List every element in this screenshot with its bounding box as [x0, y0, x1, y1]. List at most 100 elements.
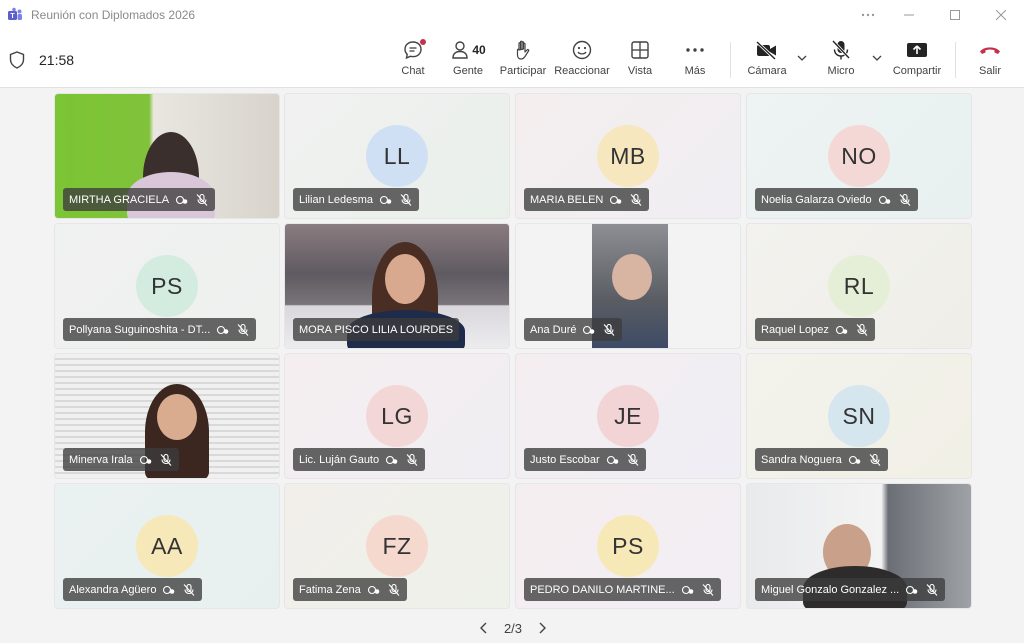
participant-tile[interactable]: PS PEDRO DANILO MARTINE... — [515, 483, 741, 609]
participant-name: Sandra Noguera — [761, 453, 842, 466]
participant-name: Lilian Ledesma — [299, 193, 373, 206]
mic-off-icon — [926, 583, 938, 596]
reaction-icon — [681, 585, 693, 594]
toolbar-divider — [955, 42, 956, 78]
share-button[interactable]: Compartir — [892, 38, 942, 82]
participant-video-feed — [612, 254, 652, 300]
shield-icon — [9, 51, 25, 69]
camera-label: Cámara — [747, 65, 787, 77]
teams-logo-icon: T — [8, 7, 22, 20]
participant-name: Ana Duré — [530, 323, 577, 336]
share-screen-icon — [907, 43, 927, 57]
share-label: Compartir — [892, 65, 942, 77]
grid-view-icon — [631, 41, 649, 59]
participant-name: Noelia Galarza Oviedo — [761, 193, 872, 206]
participant-name: PEDRO DANILO MARTINE... — [530, 583, 675, 596]
react-label: Reaccionar — [554, 65, 610, 77]
participant-avatar: PS — [136, 255, 198, 317]
previous-page-chevron-left-icon[interactable] — [478, 621, 490, 635]
participant-tile-video[interactable]: Minerva Irala — [54, 353, 280, 479]
view-label: Vista — [627, 65, 653, 77]
participant-tile[interactable]: PS Pollyana Suguinoshita - DT... — [54, 223, 280, 349]
leave-button[interactable]: Salir — [975, 38, 1005, 82]
participant-tile-video[interactable]: Ana Duré — [515, 223, 741, 349]
gallery-pager: 2/3 — [478, 618, 548, 638]
mic-options-chevron-down-icon[interactable] — [871, 52, 883, 64]
view-button[interactable]: Vista — [624, 38, 656, 82]
mic-off-icon — [160, 453, 171, 466]
reaction-icon — [848, 455, 861, 464]
close-window-button[interactable] — [978, 0, 1024, 30]
participant-tile-video[interactable]: MIRTHA GRACIELA — [54, 93, 280, 219]
participant-avatar: LG — [366, 385, 428, 447]
maximize-button[interactable] — [932, 0, 978, 30]
participate-label: Participar — [499, 65, 547, 77]
chat-button[interactable]: Chat — [398, 38, 428, 82]
reaction-icon — [379, 195, 392, 204]
participant-name-bar: Fatima Zena — [293, 578, 407, 601]
people-button[interactable]: 40 Gente — [448, 38, 488, 82]
participant-name-bar: Raquel Lopez — [755, 318, 875, 341]
participate-button[interactable]: Participar — [499, 38, 547, 82]
participant-tile[interactable]: LL Lilian Ledesma — [284, 93, 510, 219]
participant-tile[interactable]: LG Lic. Luján Gauto — [284, 353, 510, 479]
minimize-button[interactable] — [886, 0, 932, 30]
participant-tile[interactable]: SN Sandra Noguera — [746, 353, 972, 479]
window-title: Reunión con Diplomados 2026 — [31, 8, 196, 22]
participant-name-bar: PEDRO DANILO MARTINE... — [524, 578, 721, 601]
meeting-toolbar: 21:58 Chat 40 Gente Participar Reacciona… — [0, 30, 1024, 88]
participant-tile[interactable]: NO Noelia Galarza Oviedo — [746, 93, 972, 219]
participant-name: Miguel Gonzalo Gonzalez ... — [761, 583, 900, 596]
participant-avatar: FZ — [366, 515, 428, 577]
mic-button[interactable]: Micro — [826, 38, 856, 82]
participant-tile-video[interactable]: MORA PISCO LILIA LOURDES — [284, 223, 510, 349]
react-button[interactable]: Reaccionar — [554, 38, 610, 82]
next-page-chevron-right-icon[interactable] — [536, 621, 548, 635]
participant-tile[interactable]: JE Justo Escobar — [515, 353, 741, 479]
hang-up-icon — [980, 47, 1000, 54]
reaction-icon — [906, 585, 918, 594]
participant-avatar: RL — [828, 255, 890, 317]
participant-avatar: PS — [597, 515, 659, 577]
mic-label: Micro — [827, 65, 855, 77]
mic-off-icon — [869, 453, 881, 466]
reaction-icon — [163, 585, 175, 594]
participant-tile-video[interactable]: Miguel Gonzalo Gonzalez ... — [746, 483, 972, 609]
svg-text:T: T — [10, 13, 15, 20]
participant-name: MARIA BELEN — [530, 193, 604, 206]
mic-off-icon — [899, 193, 911, 206]
participant-tile[interactable]: AA Alexandra Agüero — [54, 483, 280, 609]
participant-avatar: JE — [597, 385, 659, 447]
window-more-button[interactable] — [850, 0, 886, 30]
participant-name-bar: Lic. Luján Gauto — [293, 448, 426, 471]
participant-name: Pollyana Suguinoshita - DT... — [69, 323, 211, 336]
mic-off-icon — [702, 583, 714, 596]
reaction-icon — [606, 455, 619, 464]
window-controls — [850, 0, 1024, 30]
participant-grid: MIRTHA GRACIELA LL Lilian Ledesma MB MAR… — [54, 93, 972, 609]
mic-off-icon — [627, 453, 639, 466]
mic-off-icon — [388, 583, 400, 596]
chat-notification-dot — [420, 39, 426, 45]
participant-tile[interactable]: RL Raquel Lopez — [746, 223, 972, 349]
mic-off-icon — [604, 323, 615, 336]
participant-tile[interactable]: FZ Fatima Zena — [284, 483, 510, 609]
mic-off-icon — [237, 323, 249, 336]
reaction-icon — [139, 455, 151, 464]
participant-name: Raquel Lopez — [761, 323, 829, 336]
participant-avatar: LL — [366, 125, 428, 187]
participant-name: Minerva Irala — [69, 453, 133, 466]
smiley-icon — [572, 40, 592, 60]
leave-label: Salir — [978, 65, 1001, 77]
participant-avatar: AA — [136, 515, 198, 577]
participant-name-bar: Ana Duré — [524, 318, 623, 341]
participant-name-bar: Miguel Gonzalo Gonzalez ... — [755, 578, 946, 601]
participant-name-bar: Noelia Galarza Oviedo — [755, 188, 918, 211]
participant-tile[interactable]: MB MARIA BELEN — [515, 93, 741, 219]
camera-button[interactable]: Cámara — [746, 38, 788, 82]
people-label: Gente — [453, 65, 483, 77]
more-button[interactable]: Más — [680, 38, 710, 82]
camera-options-chevron-down-icon[interactable] — [796, 52, 808, 64]
raise-hand-icon — [516, 40, 530, 60]
reaction-icon — [835, 325, 848, 334]
